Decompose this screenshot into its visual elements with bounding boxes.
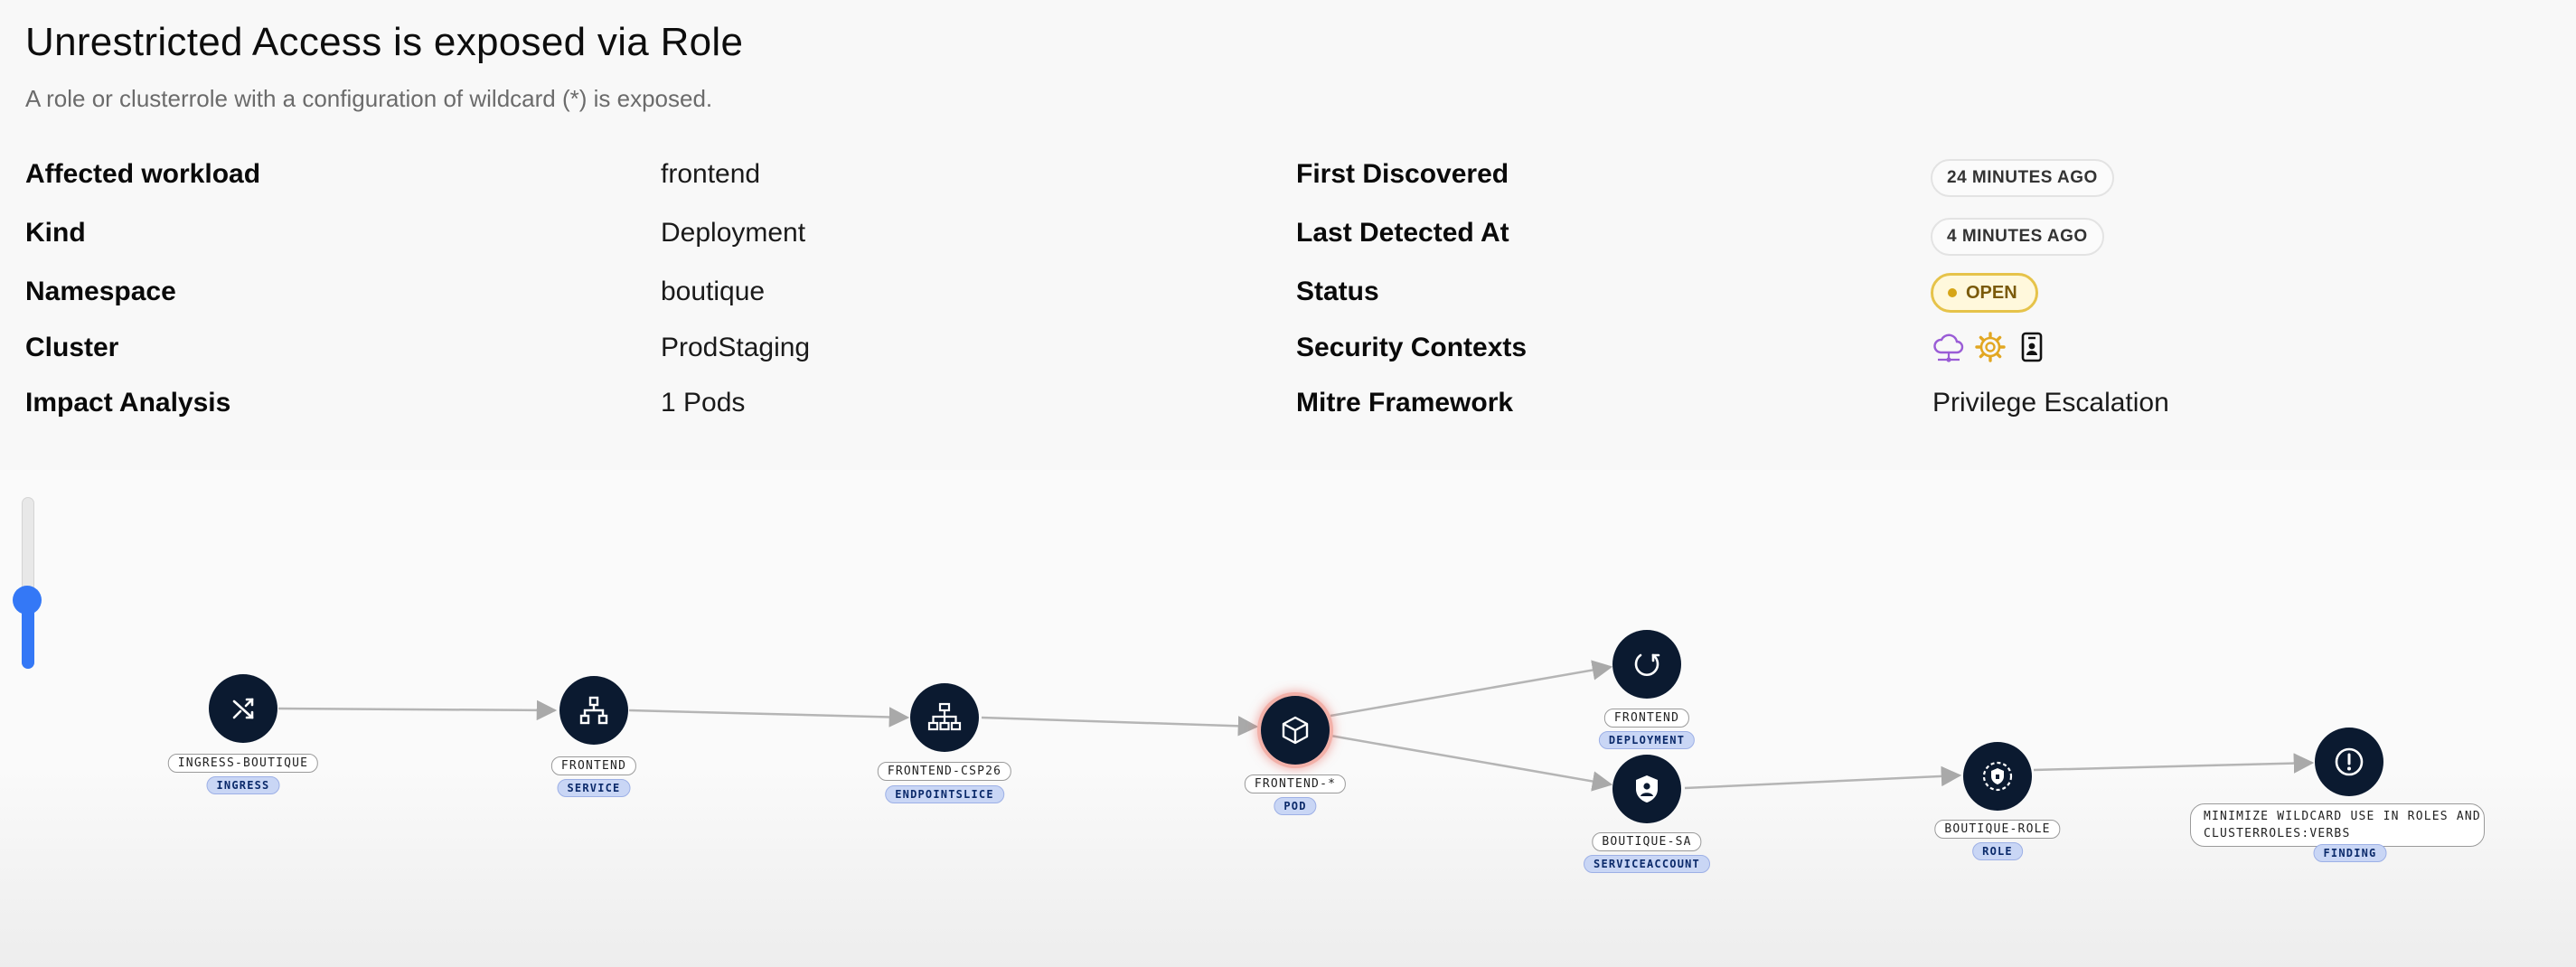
node-frontend-endpointslice[interactable] (910, 683, 979, 752)
edge-ingress-service (277, 699, 558, 721)
node-boutique-sa-type: SERVICEACCOUNT (1584, 855, 1710, 873)
node-wildcard-finding[interactable] (2315, 728, 2383, 796)
edge-role-finding (2033, 753, 2315, 774)
shield-dashed-icon (1982, 761, 2013, 792)
edge-endpointslice-pod (981, 716, 1259, 737)
edge-pod-deployment (1330, 660, 1613, 718)
node-boutique-role[interactable] (1963, 742, 2032, 811)
cube-icon (1282, 716, 1309, 745)
node-frontend-service-type: SERVICE (557, 779, 631, 797)
node-boutique-role-type: ROLE (1972, 842, 2023, 860)
node-boutique-sa-name: BOUTIQUE-SA (1592, 832, 1702, 851)
node-frontend-deployment-type: DEPLOYMENT (1598, 731, 1696, 749)
node-ingress-boutique-type: INGRESS (206, 776, 280, 794)
network-tree-icon (927, 702, 962, 731)
node-boutique-sa[interactable] (1612, 755, 1681, 823)
edge-pod-serviceaccount (1330, 734, 1613, 792)
node-frontend-pod-name: FRONTEND-* (1244, 775, 1347, 793)
node-wildcard-finding-name: MINIMIZE WILDCARD USE IN ROLES AND CLUST… (2190, 803, 2485, 847)
shield-user-icon (1636, 775, 1658, 803)
refresh-circle-icon (1634, 653, 1660, 676)
node-boutique-role-name: BOUTIQUE-ROLE (1934, 820, 2061, 839)
node-ingress-boutique-name: INGRESS-BOUTIQUE (167, 754, 319, 773)
node-frontend-endpointslice-type: ENDPOINTSLICE (885, 785, 1004, 803)
node-ingress-boutique[interactable] (209, 674, 277, 743)
hierarchy-icon (579, 696, 608, 725)
node-frontend-deployment[interactable] (1612, 630, 1681, 699)
alert-circle-icon (2335, 747, 2364, 776)
node-frontend-service[interactable] (559, 676, 628, 745)
node-frontend-deployment-name: FRONTEND (1603, 709, 1690, 728)
edge-serviceaccount-role (1684, 765, 1962, 790)
node-frontend-service-name: FRONTEND (550, 756, 637, 775)
node-frontend-endpointslice-name: FRONTEND-CSP26 (877, 762, 1012, 781)
edge-service-endpointslice (628, 707, 910, 728)
shuffle-icon (232, 698, 254, 719)
node-frontend-pod[interactable] (1261, 696, 1330, 765)
node-frontend-pod-type: POD (1274, 797, 1317, 815)
node-wildcard-finding-type: FINDING (2313, 844, 2387, 862)
